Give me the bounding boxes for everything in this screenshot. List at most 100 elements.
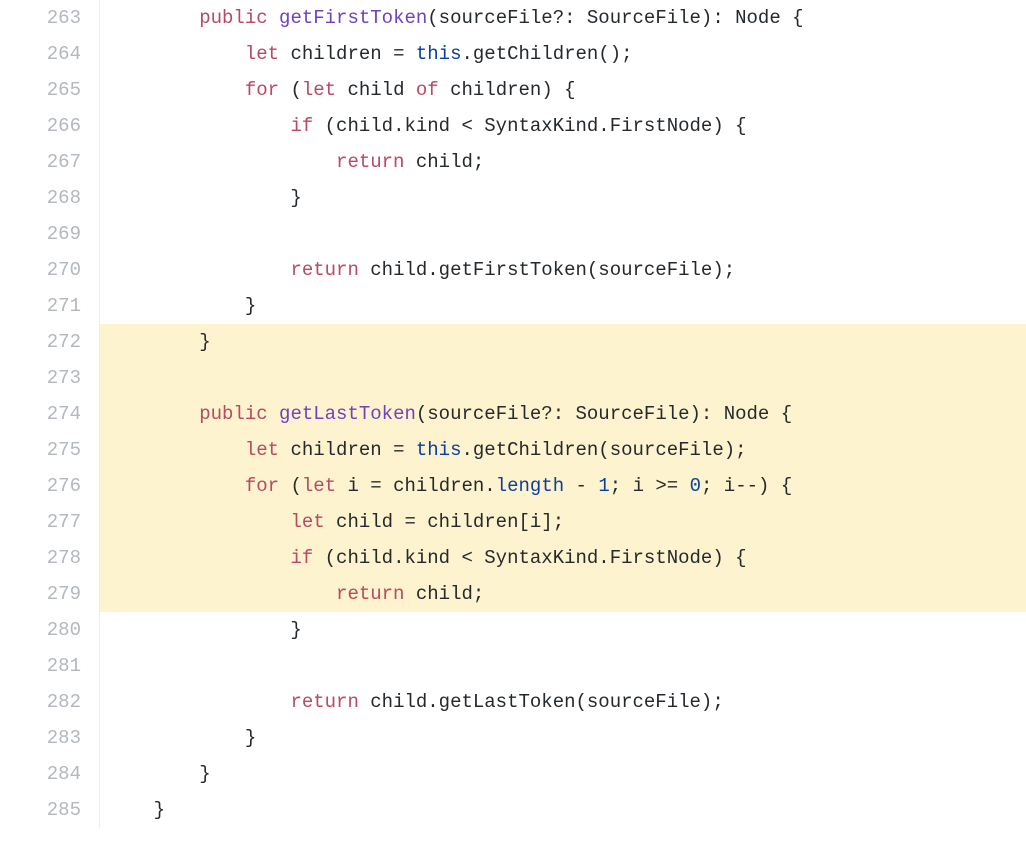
line-number: 285	[0, 792, 81, 828]
code-line[interactable]: let children = this.getChildren(sourceFi…	[100, 432, 1026, 468]
code-token: (	[279, 475, 302, 497]
code-token: return	[336, 151, 404, 173]
code-token: 1	[598, 475, 609, 497]
code-line[interactable]: return child;	[100, 144, 1026, 180]
code-token	[108, 439, 245, 461]
line-number: 281	[0, 648, 81, 684]
code-token	[268, 403, 279, 425]
code-token	[108, 691, 290, 713]
code-line[interactable]	[100, 216, 1026, 252]
code-line[interactable]: }	[100, 324, 1026, 360]
code-line[interactable]	[100, 360, 1026, 396]
code-line[interactable]	[100, 648, 1026, 684]
code-token: }	[108, 187, 302, 209]
code-token: let	[245, 439, 279, 461]
code-token: if	[290, 115, 313, 137]
code-token: }	[108, 727, 256, 749]
code-token: child;	[404, 151, 484, 173]
code-token	[108, 259, 290, 281]
code-token: child;	[404, 583, 484, 605]
code-token	[108, 151, 336, 173]
line-number: 267	[0, 144, 81, 180]
code-token: ; i >=	[610, 475, 690, 497]
line-number: 274	[0, 396, 81, 432]
code-line[interactable]: }	[100, 288, 1026, 324]
code-token	[108, 403, 199, 425]
code-token: children) {	[439, 79, 576, 101]
code-content[interactable]: public getFirstToken (sourceFile?: Source…	[100, 0, 1026, 828]
code-line[interactable]: return child.getFirstToken(sourceFile);	[100, 252, 1026, 288]
code-token: .getChildren();	[461, 43, 632, 65]
code-token	[108, 7, 199, 29]
line-number: 269	[0, 216, 81, 252]
code-token: for	[245, 79, 279, 101]
line-number: 271	[0, 288, 81, 324]
code-token: .getChildren(sourceFile);	[461, 439, 746, 461]
code-token: for	[245, 475, 279, 497]
code-token: getFirstToken	[279, 7, 427, 29]
code-token: public	[199, 7, 267, 29]
code-token: i = children.	[336, 475, 496, 497]
line-number: 284	[0, 756, 81, 792]
line-number: 265	[0, 72, 81, 108]
line-number: 270	[0, 252, 81, 288]
code-token	[108, 79, 245, 101]
code-token: child.getLastToken(sourceFile);	[359, 691, 724, 713]
code-token: child = children[i];	[325, 511, 564, 533]
code-line[interactable]: public getFirstToken(sourceFile?: Source…	[100, 0, 1026, 36]
line-number: 277	[0, 504, 81, 540]
code-token: return	[290, 259, 358, 281]
code-token: if	[290, 547, 313, 569]
code-line[interactable]: }	[100, 612, 1026, 648]
code-token: (sourceFile?: SourceFile): Node {	[416, 403, 792, 425]
code-token: }	[108, 799, 165, 821]
code-line[interactable]: }	[100, 756, 1026, 792]
line-number: 273	[0, 360, 81, 396]
code-token: let	[245, 43, 279, 65]
code-token: children =	[279, 439, 416, 461]
line-number: 263	[0, 0, 81, 36]
line-number: 272	[0, 324, 81, 360]
code-token	[268, 7, 279, 29]
code-token: }	[108, 331, 211, 353]
code-line[interactable]: for (let child of children) {	[100, 72, 1026, 108]
code-token	[108, 547, 290, 569]
code-line[interactable]: let children = this.getChildren();	[100, 36, 1026, 72]
line-number: 266	[0, 108, 81, 144]
code-token	[108, 115, 290, 137]
code-line[interactable]: return child;	[100, 576, 1026, 612]
code-token	[108, 43, 245, 65]
code-token: (child.kind < SyntaxKind.FirstNode) {	[313, 115, 746, 137]
code-token: children =	[279, 43, 416, 65]
line-number: 283	[0, 720, 81, 756]
code-token: child	[336, 79, 416, 101]
code-token: (child.kind < SyntaxKind.FirstNode) {	[313, 547, 746, 569]
line-number: 282	[0, 684, 81, 720]
code-token: return	[290, 691, 358, 713]
code-token: this	[416, 439, 462, 461]
code-token	[108, 583, 336, 605]
code-token: }	[108, 619, 302, 641]
code-line[interactable]: return child.getLastToken(sourceFile);	[100, 684, 1026, 720]
code-token: return	[336, 583, 404, 605]
code-line[interactable]: public getLastToken(sourceFile?: SourceF…	[100, 396, 1026, 432]
line-number: 278	[0, 540, 81, 576]
code-line[interactable]: let child = children[i];	[100, 504, 1026, 540]
code-token: let	[302, 475, 336, 497]
line-number-gutter: 2632642652662672682692702712722732742752…	[0, 0, 100, 828]
code-line[interactable]: if (child.kind < SyntaxKind.FirstNode) {	[100, 108, 1026, 144]
code-line[interactable]: }	[100, 180, 1026, 216]
line-number: 280	[0, 612, 81, 648]
code-token: getLastToken	[279, 403, 416, 425]
code-line[interactable]: for (let i = children.length - 1; i >= 0…	[100, 468, 1026, 504]
code-line[interactable]: }	[100, 792, 1026, 828]
code-token	[108, 475, 245, 497]
code-token	[108, 511, 290, 533]
code-line[interactable]: if (child.kind < SyntaxKind.FirstNode) {	[100, 540, 1026, 576]
code-token: public	[199, 403, 267, 425]
code-token: of	[416, 79, 439, 101]
code-line[interactable]: }	[100, 720, 1026, 756]
code-token: }	[108, 295, 256, 317]
code-token: (	[279, 79, 302, 101]
code-token: -	[564, 475, 598, 497]
